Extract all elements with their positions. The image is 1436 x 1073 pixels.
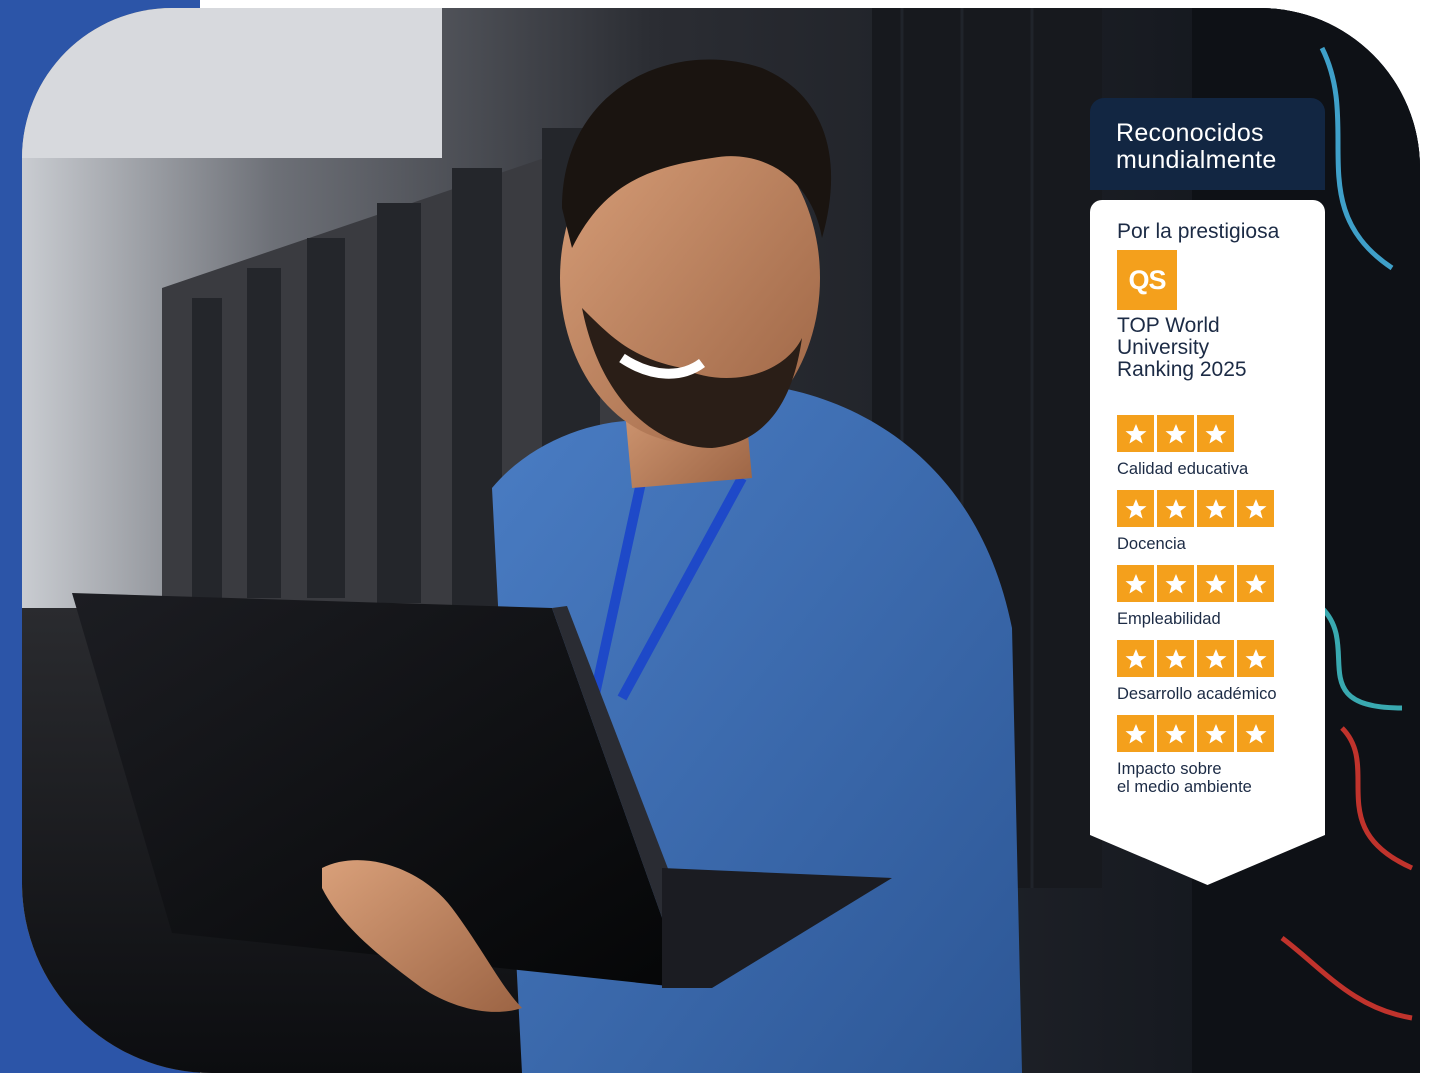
star-icon: [1197, 415, 1234, 452]
star-icon: [1117, 415, 1154, 452]
star-icon: [1157, 565, 1194, 602]
rating-label: Docencia: [1117, 535, 1315, 553]
star-rating: [1117, 715, 1315, 752]
star-icon: [1157, 715, 1194, 752]
rating-label-line: Docencia: [1117, 535, 1186, 553]
star-icon: [1237, 490, 1274, 527]
ranking-title: TOP World University Ranking 2025: [1117, 315, 1315, 381]
rating-label-line: Impacto sobre: [1117, 760, 1222, 778]
badge-body: Por la prestigiosa QS TOP World Universi…: [1090, 200, 1325, 885]
rating-metric: Docencia: [1117, 490, 1315, 553]
rating-label: Calidad educativa: [1117, 460, 1315, 478]
star-icon: [1117, 565, 1154, 602]
rating-label-line: Empleabilidad: [1117, 610, 1221, 628]
star-rating: [1117, 415, 1315, 452]
star-icon: [1117, 715, 1154, 752]
rating-label-line: el medio ambiente: [1117, 778, 1252, 796]
metrics-list: Calidad educativa Docencia Empleabilidad De…: [1117, 415, 1315, 796]
badge-header-line: Reconocidos: [1116, 119, 1264, 147]
ranking-title-line: Ranking 2025: [1117, 358, 1247, 381]
rating-metric: Impacto sobre el medio ambiente: [1117, 715, 1315, 796]
hero-banner: Reconocidos mundialmente Por la prestigi…: [0, 0, 1436, 1073]
star-icon: [1197, 565, 1234, 602]
star-icon: [1237, 640, 1274, 677]
rating-metric: Desarrollo académico: [1117, 640, 1315, 703]
star-rating: [1117, 490, 1315, 527]
star-icon: [1157, 490, 1194, 527]
rating-label: Empleabilidad: [1117, 610, 1315, 628]
ranking-title-line: University: [1117, 336, 1210, 359]
star-icon: [1157, 640, 1194, 677]
qs-logo: QS: [1117, 250, 1177, 310]
rating-label-line: Desarrollo académico: [1117, 685, 1277, 703]
star-icon: [1237, 565, 1274, 602]
star-icon: [1237, 715, 1274, 752]
rating-metric: Empleabilidad: [1117, 565, 1315, 628]
rating-label: Desarrollo académico: [1117, 685, 1315, 703]
star-icon: [1117, 640, 1154, 677]
badge-header-line: mundialmente: [1116, 146, 1277, 174]
star-icon: [1157, 415, 1194, 452]
star-rating: [1117, 565, 1315, 602]
rating-label-line: Calidad educativa: [1117, 460, 1249, 478]
star-icon: [1197, 640, 1234, 677]
star-rating: [1117, 640, 1315, 677]
star-icon: [1197, 715, 1234, 752]
star-icon: [1197, 490, 1234, 527]
badge-header: Reconocidos mundialmente: [1090, 98, 1325, 190]
ranking-badge: Reconocidos mundialmente Por la prestigi…: [1090, 98, 1325, 885]
rating-label: Impacto sobre el medio ambiente: [1117, 760, 1315, 796]
star-icon: [1117, 490, 1154, 527]
ranking-title-line: TOP World: [1117, 314, 1220, 337]
badge-intro: Por la prestigiosa: [1117, 220, 1280, 243]
rating-metric: Calidad educativa: [1117, 415, 1315, 478]
